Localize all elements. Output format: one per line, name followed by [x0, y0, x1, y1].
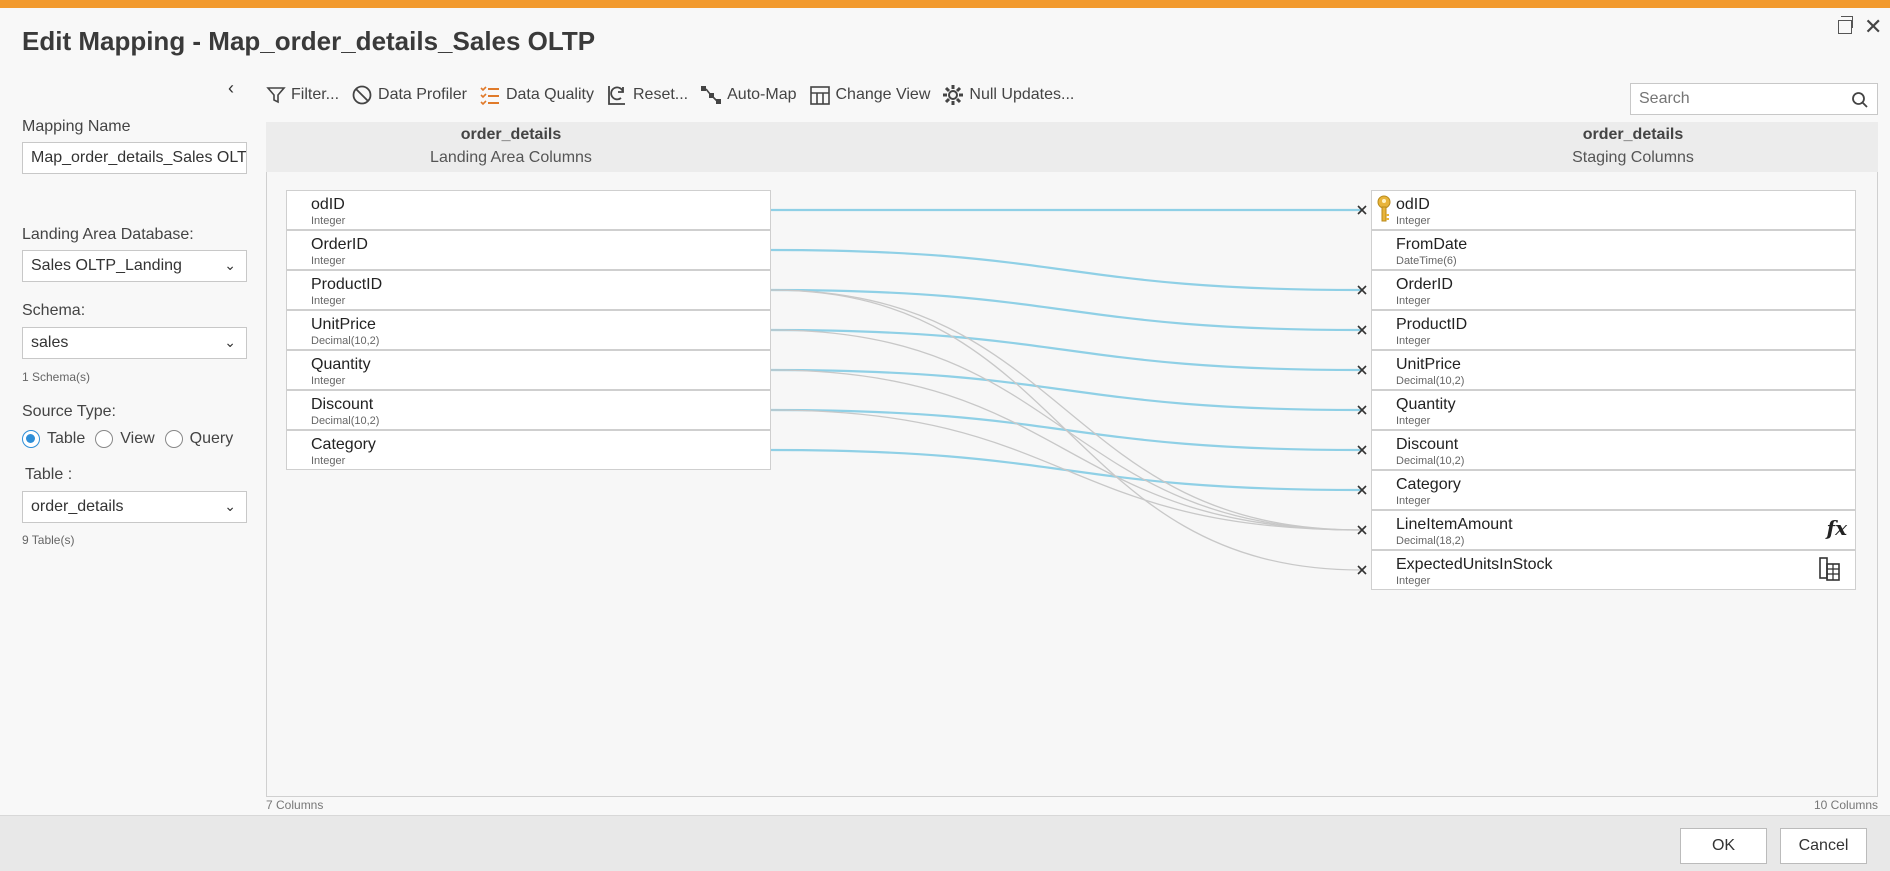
target-column-row[interactable]: OrderID Integer — [1371, 270, 1856, 310]
cancel-button[interactable]: Cancel — [1780, 828, 1867, 864]
column-type: Integer — [311, 455, 346, 467]
column-type: Integer — [1396, 295, 1431, 307]
source-column-row[interactable]: OrderID Integer — [286, 230, 771, 270]
direct-mapping-link[interactable] — [770, 248, 1362, 292]
column-name: FromDate — [1396, 236, 1468, 253]
source-column-row[interactable]: Quantity Integer — [286, 350, 771, 390]
column-type: Decimal(10,2) — [1396, 375, 1465, 387]
target-column-row[interactable]: ExpectedUnitsInStock Integer — [1371, 550, 1856, 590]
dialog-footer — [0, 815, 1890, 871]
column-name: Discount — [311, 396, 374, 413]
target-column-row[interactable]: ProductID Integer — [1371, 310, 1856, 350]
expression-mapping-link[interactable] — [770, 369, 1362, 531]
column-name: OrderID — [311, 236, 368, 253]
direct-mapping-link[interactable] — [770, 288, 1362, 332]
column-type: Decimal(10,2) — [311, 335, 380, 347]
fx-icon[interactable]: fx — [1826, 516, 1847, 540]
target-column-row[interactable]: odID Integer — [1371, 190, 1856, 230]
column-name: Discount — [1396, 436, 1459, 453]
source-column-row[interactable]: Discount Decimal(10,2) — [286, 390, 771, 430]
column-type: Integer — [1396, 415, 1431, 427]
column-type: Integer — [1396, 215, 1431, 227]
column-type: DateTime(6) — [1396, 255, 1457, 267]
column-name: Category — [311, 436, 376, 453]
expression-mapping-link[interactable] — [770, 409, 1362, 531]
column-type: Integer — [311, 375, 346, 387]
target-column-count: 10 Columns — [1814, 798, 1879, 812]
target-column-row[interactable]: UnitPrice Decimal(10,2) — [1371, 350, 1856, 390]
column-name: OrderID — [1396, 276, 1453, 293]
column-name: Category — [1396, 476, 1461, 493]
column-name: ProductID — [1396, 316, 1468, 333]
direct-mapping-link[interactable] — [770, 328, 1362, 372]
source-column-row[interactable]: odID Integer — [286, 190, 771, 230]
target-column-row[interactable]: FromDate DateTime(6) — [1371, 230, 1856, 270]
source-column-row[interactable]: Category Integer — [286, 430, 771, 470]
column-name: UnitPrice — [311, 316, 376, 333]
column-type: Decimal(10,2) — [311, 415, 380, 427]
source-column-count: 7 Columns — [266, 798, 324, 812]
target-column-row[interactable]: Quantity Integer — [1371, 390, 1856, 430]
column-name: Quantity — [311, 356, 371, 373]
column-type: Integer — [311, 255, 346, 267]
column-type: Integer — [311, 295, 346, 307]
source-column-row[interactable]: UnitPrice Decimal(10,2) — [286, 310, 771, 350]
column-name: ProductID — [311, 276, 383, 293]
column-name: UnitPrice — [1396, 356, 1461, 373]
column-name: odID — [1396, 196, 1430, 213]
column-type: Decimal(18,2) — [1396, 535, 1465, 547]
key-icon — [1377, 195, 1391, 222]
source-column-row[interactable]: ProductID Integer — [286, 270, 771, 310]
target-column-row[interactable]: Category Integer — [1371, 470, 1856, 510]
column-type: Integer — [311, 215, 346, 227]
column-name: LineItemAmount — [1396, 516, 1513, 533]
target-column-row[interactable]: LineItemAmount Decimal(18,2) fx — [1371, 510, 1856, 550]
column-type: Integer — [1396, 335, 1431, 347]
column-name: odID — [311, 196, 345, 213]
target-column-row[interactable]: Discount Decimal(10,2) — [1371, 430, 1856, 470]
ok-button[interactable]: OK — [1680, 828, 1767, 864]
column-name: Quantity — [1396, 396, 1456, 413]
column-type: Integer — [1396, 575, 1431, 587]
column-type: Decimal(10,2) — [1396, 455, 1465, 467]
expression-mapping-link[interactable] — [770, 289, 1362, 531]
column-type: Integer — [1396, 495, 1431, 507]
lookup-table-icon[interactable] — [1819, 557, 1841, 581]
column-name: ExpectedUnitsInStock — [1396, 556, 1553, 573]
